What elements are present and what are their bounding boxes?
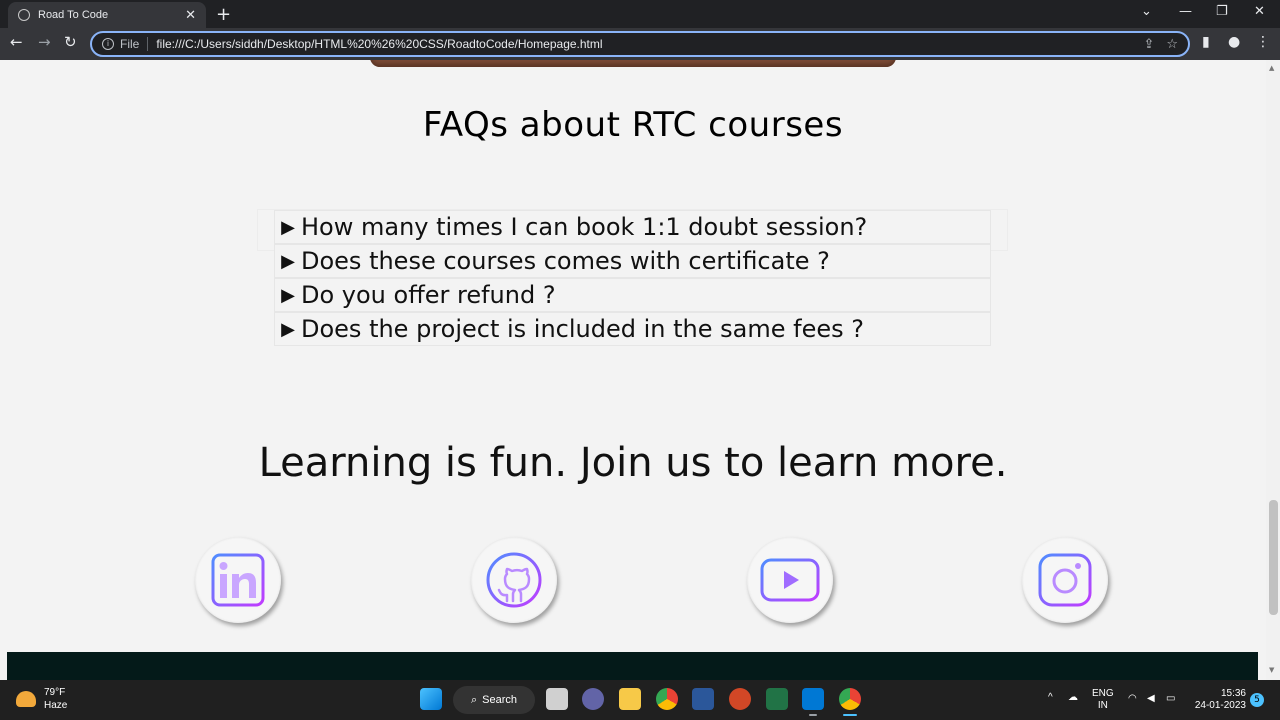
address-scheme: File [120, 37, 140, 51]
start-windows-icon[interactable] [420, 688, 442, 710]
scroll-up-arrow-icon[interactable]: ▲ [1269, 64, 1274, 72]
footer-section [7, 652, 1258, 680]
faq-item[interactable]: ▶ Does the project is included in the sa… [274, 312, 991, 346]
chrome-active-icon[interactable] [839, 688, 861, 710]
close-window-button[interactable]: ✕ [1254, 4, 1265, 19]
address-url[interactable]: file:///C:/Users/siddh/Desktop/HTML%20%2… [156, 37, 1131, 51]
faq-item[interactable]: ▶ How many times I can book 1:1 doubt se… [274, 210, 991, 244]
tagline: Learning is fun. Join us to learn more. [258, 440, 1008, 486]
minimize-button[interactable]: — [1179, 4, 1192, 19]
faq-question: How many times I can book 1:1 doubt sess… [301, 213, 868, 241]
restore-button[interactable]: ❐ [1216, 4, 1228, 19]
search-icon: ⌕ [471, 693, 478, 706]
faq-list: ▶ How many times I can book 1:1 doubt se… [274, 210, 991, 346]
hero-image-bottom [370, 60, 896, 67]
browser-toolbar: ← → ↻ i File file:///C:/Users/siddh/Desk… [0, 28, 1280, 60]
faq-question: Does the project is included in the same… [301, 315, 864, 343]
lang-top: ENG [1092, 688, 1114, 699]
wifi-icon[interactable]: ◠ [1128, 693, 1137, 705]
address-separator [147, 37, 149, 51]
browser-tab[interactable]: Road To Code ✕ [8, 2, 206, 28]
chrome-active-indicator [843, 714, 857, 716]
side-panel-icon[interactable]: ▮ [1202, 34, 1210, 50]
windows-taskbar: 79°F Haze ⌕ Search ^ ☁ ENG IN ◠ ◀ ▭ 15:3… [0, 680, 1280, 720]
close-tab-icon[interactable]: ✕ [185, 8, 196, 23]
youtube-link[interactable] [747, 537, 833, 623]
youtube-icon [760, 558, 820, 602]
vscode-icon[interactable] [802, 688, 824, 710]
weather-desc: Haze [44, 700, 68, 711]
reload-button[interactable]: ↻ [64, 33, 77, 51]
github-icon [486, 552, 542, 608]
disclosure-triangle-icon: ▶ [281, 250, 295, 272]
clock-time: 15:36 [1220, 688, 1246, 699]
taskbar-search[interactable]: ⌕ Search [453, 686, 535, 714]
info-icon[interactable]: i [102, 38, 114, 50]
faq-item[interactable]: ▶ Does these courses comes with certific… [274, 244, 991, 278]
address-bar[interactable]: i File file:///C:/Users/siddh/Desktop/HT… [90, 31, 1190, 57]
notification-badge[interactable]: 5 [1250, 693, 1264, 707]
disclosure-triangle-icon: ▶ [281, 216, 295, 238]
tab-title: Road To Code [38, 9, 109, 21]
new-tab-button[interactable]: + [216, 4, 231, 25]
powerpoint-icon[interactable] [729, 688, 751, 710]
clock-date: 24-01-2023 [1194, 700, 1246, 711]
search-label: Search [482, 694, 518, 706]
bookmark-star-icon[interactable]: ☆ [1166, 37, 1178, 52]
page-scrollbar[interactable]: ▲ ▼ [1266, 60, 1280, 680]
haze-weather-icon [16, 691, 36, 707]
weather-widget[interactable]: 79°F Haze [16, 686, 67, 712]
faq-item[interactable]: ▶ Do you offer refund ? [274, 278, 991, 312]
volume-icon[interactable]: ◀ [1147, 693, 1155, 705]
globe-icon [18, 9, 30, 21]
page-viewport: FAQs about RTC courses ▶ How many times … [0, 60, 1266, 680]
scroll-down-arrow-icon[interactable]: ▼ [1269, 666, 1274, 674]
weather-temp: 79°F [44, 687, 66, 698]
share-icon[interactable]: ⇪ [1143, 37, 1154, 52]
excel-icon[interactable] [766, 688, 788, 710]
profile-icon[interactable]: ● [1228, 34, 1240, 50]
disclosure-triangle-icon: ▶ [281, 284, 295, 306]
scrollbar-thumb[interactable] [1269, 500, 1278, 615]
battery-icon[interactable]: ▭ [1166, 693, 1175, 705]
teams-chat-icon[interactable] [582, 688, 604, 710]
faq-heading: FAQs about RTC courses [422, 105, 844, 145]
show-hidden-icons-chevron-icon[interactable]: ^ [1048, 692, 1053, 704]
disclosure-triangle-icon: ▶ [281, 318, 295, 340]
lang-bottom: IN [1097, 700, 1108, 711]
faq-question: Do you offer refund ? [301, 281, 556, 309]
tab-strip: Road To Code ✕ + ⌄ — ❐ ✕ [0, 0, 1280, 28]
menu-kebab-icon[interactable]: ⋮ [1256, 34, 1270, 50]
vscode-running-indicator [809, 714, 817, 716]
task-view-icon[interactable] [546, 688, 568, 710]
instagram-icon [1038, 553, 1092, 607]
language-indicator[interactable]: ENG IN [1092, 688, 1114, 712]
tab-search-icon[interactable]: ⌄ [1141, 4, 1152, 19]
file-explorer-icon[interactable] [619, 688, 641, 710]
linkedin-link[interactable] [195, 537, 281, 623]
faq-question: Does these courses comes with certificat… [301, 247, 830, 275]
chrome-icon[interactable] [656, 688, 678, 710]
clock[interactable]: 15:36 24-01-2023 [1192, 688, 1246, 712]
instagram-link[interactable] [1022, 537, 1108, 623]
linkedin-icon [211, 553, 265, 607]
back-button[interactable]: ← [10, 33, 23, 51]
onedrive-icon[interactable]: ☁ [1068, 692, 1078, 704]
word-icon[interactable] [692, 688, 714, 710]
github-link[interactable] [471, 537, 557, 623]
forward-button[interactable]: → [38, 33, 51, 51]
